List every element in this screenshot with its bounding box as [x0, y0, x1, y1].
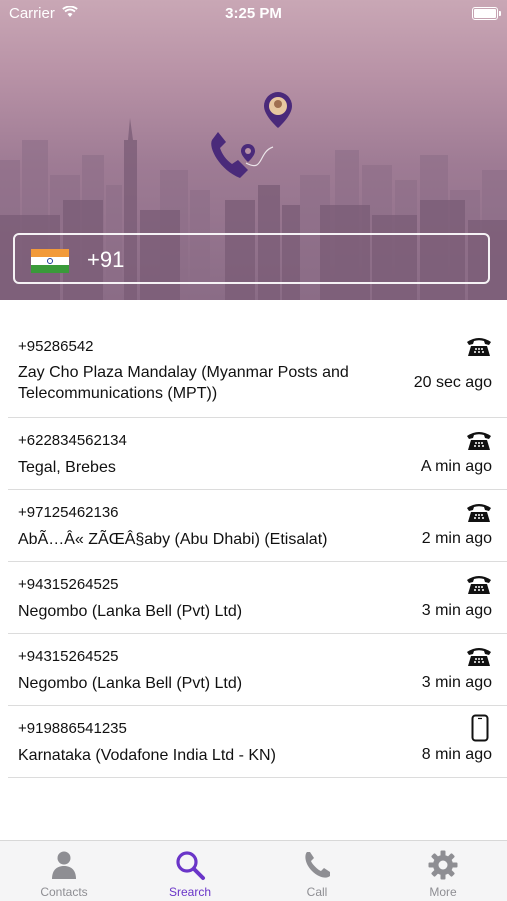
location-label: Karnataka (Vodafone India Ltd - KN)	[18, 747, 276, 764]
person-icon	[52, 851, 76, 879]
clock-label: 3:25 PM	[225, 5, 282, 22]
time-ago-label: 2 min ago	[421, 530, 492, 547]
india-flag-icon[interactable]	[31, 249, 69, 273]
list-item[interactable]: +94315264525 Negombo (Lanka Bell (Pvt) L…	[8, 634, 507, 706]
phone-icon	[305, 852, 330, 878]
landline-phone-icon	[467, 648, 491, 666]
location-label: Negombo (Lanka Bell (Pvt) Ltd)	[18, 603, 243, 620]
list-item[interactable]: +919886541235 Karnataka (Vodafone India …	[8, 706, 507, 778]
search-icon	[176, 851, 205, 880]
tab-label: Call	[306, 885, 328, 899]
location-label: Negombo (Lanka Bell (Pvt) Ltd)	[18, 675, 243, 692]
list-item[interactable]: +94315264525 Negombo (Lanka Bell (Pvt) L…	[8, 562, 507, 634]
list-item[interactable]: +97125462136 AbÃ…Â« ZÃŒÂ§aby (Abu Dhabi)…	[8, 490, 507, 562]
list-item[interactable]: +622834562134 Tegal, Brebes A min ago	[8, 418, 507, 490]
time-ago-label: 20 sec ago	[413, 374, 492, 391]
tab-contacts[interactable]: Contacts	[1, 841, 127, 901]
phone-number: +919886541235	[18, 720, 127, 737]
tab-search[interactable]: Srearch	[127, 841, 253, 901]
bottom-tab-bar: Contacts Srearch Call More	[0, 840, 507, 901]
time-ago-label: 8 min ago	[421, 746, 492, 763]
time-ago-label: A min ago	[420, 458, 492, 475]
status-bar: Carrier 3:25 PM	[0, 0, 507, 28]
time-ago-label: 3 min ago	[421, 602, 492, 619]
tab-call[interactable]: Call	[254, 841, 380, 901]
time-ago-label: 3 min ago	[421, 674, 492, 691]
battery-icon	[472, 7, 501, 20]
phone-number: +94315264525	[18, 576, 119, 593]
landline-phone-icon	[467, 576, 491, 594]
location-label: Zay Cho Plaza Mandalay (Myanmar Posts an…	[18, 364, 349, 402]
list-item[interactable]: +95286542 Zay Cho Plaza Mandalay (Myanma…	[8, 312, 507, 418]
landline-phone-icon	[467, 504, 491, 522]
tab-more[interactable]: More	[380, 841, 506, 901]
landline-phone-icon	[467, 432, 491, 450]
country-code-search-field[interactable]: +91	[13, 233, 490, 284]
tab-label: Contacts	[40, 885, 88, 899]
phone-number: +97125462136	[18, 504, 119, 521]
tab-label: Srearch	[168, 885, 212, 899]
mobile-phone-icon	[471, 714, 489, 742]
location-label: Tegal, Brebes	[18, 459, 116, 476]
phone-number: +622834562134	[18, 432, 127, 449]
landline-phone-icon	[467, 338, 491, 356]
location-label: AbÃ…Â« ZÃŒÂ§aby (Abu Dhabi) (Etisalat)	[18, 531, 328, 548]
recent-searches-list: +95286542 Zay Cho Plaza Mandalay (Myanma…	[8, 312, 507, 778]
phone-number: +94315264525	[18, 648, 119, 665]
tab-label: More	[429, 885, 457, 899]
gear-icon	[428, 850, 458, 880]
phone-number: +95286542	[18, 338, 94, 355]
app-logo-icon	[211, 92, 292, 178]
dial-code-value[interactable]: +91	[87, 247, 124, 273]
header-banner: Carrier 3:25 PM +91	[0, 0, 507, 300]
